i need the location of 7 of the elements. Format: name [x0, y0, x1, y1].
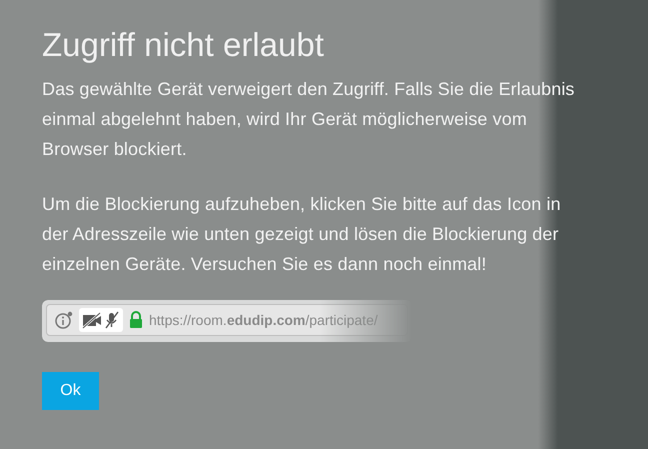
url-text: https://room.edudip.com/participate/ [149, 312, 378, 328]
message-text: Um die Blockierung aufzuheben, klicken Sie bitte auf das Icon in der Adresszeile wie unten gezeigt und lösen die Blockierung der einzelnen Geräte. Versuchen Sie es dann noch einmal! [42, 193, 562, 276]
info-icon [55, 311, 73, 329]
ok-button[interactable]: Ok [42, 372, 99, 410]
dialog-title: Zugriff nicht erlaubt [42, 26, 325, 64]
blocked-devices-icon [79, 308, 123, 332]
lock-icon [129, 311, 143, 329]
